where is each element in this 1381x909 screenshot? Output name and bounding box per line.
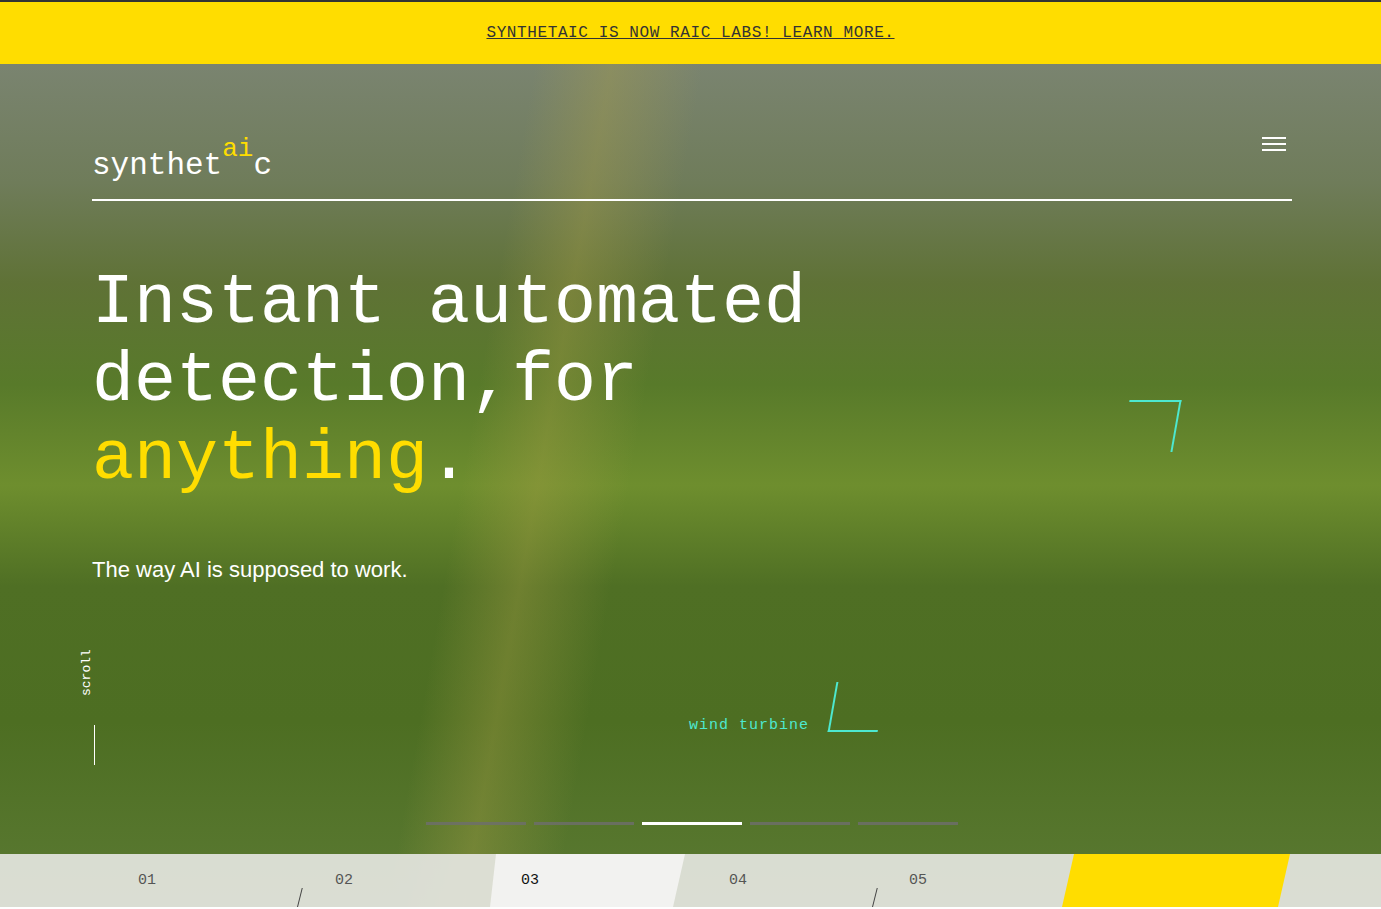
slide-tab[interactable]: 04	[685, 854, 875, 907]
page: SYNTHETAIC IS NOW RAIC LABS! LEARN MORE.…	[0, 0, 1381, 909]
detection-label: wind turbine	[689, 717, 809, 734]
slide-tab[interactable]: 05	[875, 854, 1062, 907]
hamburger-icon	[1262, 136, 1286, 152]
menu-button[interactable]	[1262, 136, 1292, 181]
slide-tab[interactable]: 03	[490, 854, 685, 907]
detection-corner-icon	[1120, 400, 1181, 452]
slide-tabs: 0102030405	[0, 854, 1381, 907]
slide-tab[interactable]: 01	[0, 854, 300, 907]
slide-indicator[interactable]	[426, 822, 526, 825]
slide-indicator[interactable]	[534, 822, 634, 825]
slide-indicator[interactable]	[858, 822, 958, 825]
announcement-banner: SYNTHETAIC IS NOW RAIC LABS! LEARN MORE.	[0, 0, 1381, 64]
accent-block	[1062, 854, 1290, 907]
slide-indicator[interactable]	[750, 822, 850, 825]
site-header: synthetaic	[92, 136, 1292, 201]
slide-tab[interactable]: 02	[300, 854, 490, 907]
slide-progress	[426, 822, 958, 825]
headline: Instant automateddetection,for anything.	[92, 265, 1292, 499]
logo[interactable]: synthetaic	[92, 150, 272, 181]
hero: synthetaic Instant automateddetection,fo…	[0, 64, 1381, 907]
subtitle: The way AI is supposed to work.	[92, 557, 1292, 583]
slide-indicator[interactable]	[642, 822, 742, 825]
detection-corner-icon	[828, 682, 887, 732]
scroll-indicator[interactable]: scroll	[92, 661, 112, 765]
banner-link[interactable]: SYNTHETAIC IS NOW RAIC LABS! LEARN MORE.	[486, 24, 894, 42]
